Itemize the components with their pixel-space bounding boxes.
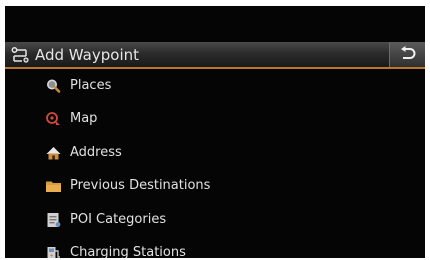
page-title: Add Waypoint [35, 46, 140, 64]
house-icon [45, 145, 63, 161]
menu-item-label: Charging Stations [70, 244, 186, 258]
title-bar: Add Waypoint [5, 42, 425, 69]
poi-document-icon [45, 212, 63, 228]
menu-item-label: Previous Destinations [70, 178, 211, 194]
menu-item-places[interactable]: Places [5, 69, 425, 102]
menu-item-map[interactable]: Map [5, 102, 425, 135]
menu-item-label: Address [70, 144, 122, 160]
magnifier-icon [45, 78, 63, 94]
menu-item-poi-categories[interactable]: POI Categories [5, 203, 425, 236]
menu-item-address[interactable]: Address [5, 136, 425, 169]
menu-item-label: POI Categories [70, 211, 167, 227]
add-waypoint-icon [11, 47, 31, 63]
nav-screen: Add Waypoint Places Map Address Previous… [5, 6, 425, 258]
menu-item-label: Places [70, 78, 112, 93]
charging-station-icon [45, 245, 63, 258]
back-button[interactable] [389, 42, 425, 67]
status-bar [5, 6, 425, 40]
waypoint-menu: Places Map Address Previous Destinations… [5, 69, 425, 258]
map-pin-icon [45, 111, 63, 127]
menu-item-previous-destinations[interactable]: Previous Destinations [5, 169, 425, 202]
menu-item-charging-stations[interactable]: Charging Stations [5, 236, 425, 258]
folder-icon [45, 178, 63, 194]
menu-item-label: Map [70, 111, 98, 127]
